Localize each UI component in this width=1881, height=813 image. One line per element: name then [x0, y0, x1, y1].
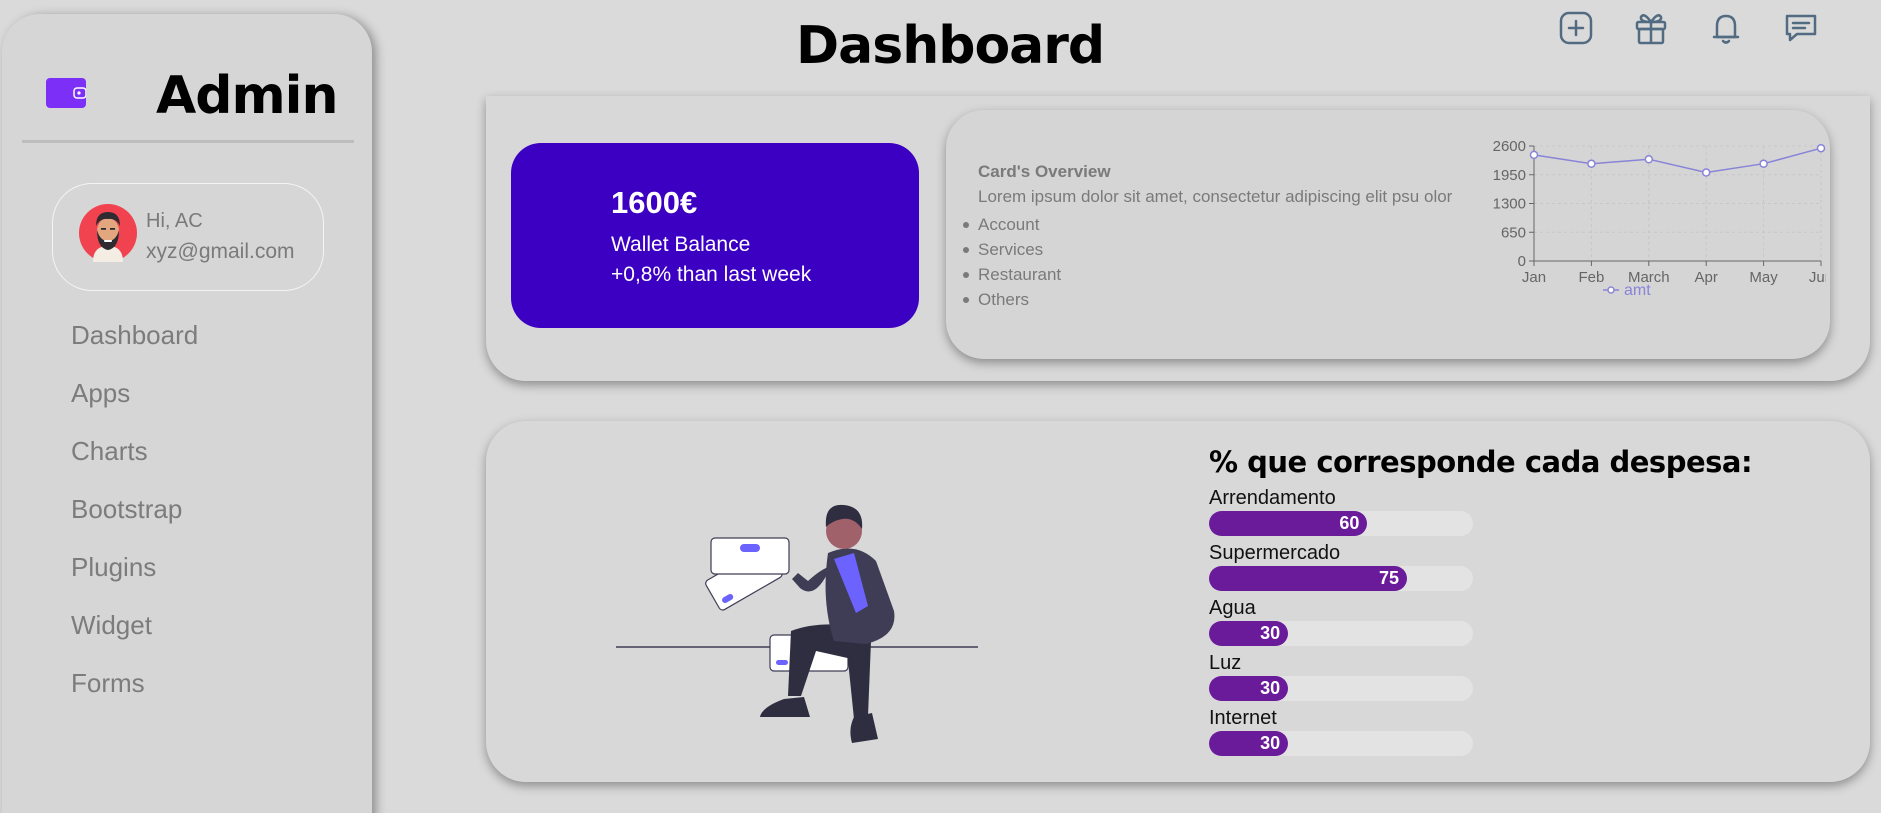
x-tick-label: Apr — [1695, 269, 1718, 286]
data-point — [1816, 143, 1826, 153]
expense-label: Arrendamento — [1209, 487, 1336, 509]
sidebar-divider — [22, 140, 354, 143]
sidebar-item-bootstrap[interactable]: Bootstrap — [71, 480, 198, 538]
expense-item: Agua 30 — [1209, 597, 1473, 652]
sidebar-nav: Dashboard Apps Charts Bootstrap Plugins … — [71, 306, 198, 712]
data-point — [1701, 168, 1711, 177]
y-tick-label: 2600 — [1493, 138, 1526, 155]
expense-item: Supermercado 75 — [1209, 542, 1473, 597]
sidebar-item-apps[interactable]: Apps — [71, 364, 198, 422]
y-tick-label: 0 — [1518, 253, 1526, 270]
brand: Admin — [46, 48, 376, 126]
page-title: Dashboard — [796, 16, 1105, 76]
summary-panel: 1600€ Wallet Balance +0,8% than last wee… — [486, 96, 1870, 381]
profile-greeting: Hi, AC — [146, 210, 203, 232]
expense-progress-fill: 60 — [1209, 511, 1368, 536]
expense-item: Arrendamento 60 — [1209, 487, 1473, 542]
expense-progress-fill: 30 — [1209, 621, 1289, 646]
series-line-amt — [1533, 147, 1822, 174]
list-item: Restaurant — [962, 262, 1061, 287]
cards-overview: Card's Overview Lorem ipsum dolor sit am… — [946, 110, 1830, 359]
expense-progress-track: 75 — [1209, 566, 1473, 591]
person-with-cards-illustration — [616, 504, 978, 743]
sidebar-item-dashboard[interactable]: Dashboard — [71, 306, 198, 364]
expense-label: Supermercado — [1209, 542, 1341, 564]
overview-title: Card's Overview — [978, 162, 1111, 181]
list-item: Services — [962, 237, 1061, 262]
y-tick-label: 650 — [1501, 224, 1526, 241]
gift-icon[interactable] — [1631, 8, 1671, 48]
expense-progress-fill: 30 — [1209, 676, 1289, 701]
profile-email: xyz@gmail.com — [146, 240, 295, 263]
data-point — [1587, 159, 1596, 168]
avatar — [79, 204, 137, 262]
expense-progress-track: 30 — [1209, 621, 1473, 646]
data-point — [1644, 155, 1654, 164]
y-tick-label: 1950 — [1493, 167, 1526, 184]
wallet-label: Wallet Balance — [611, 233, 751, 256]
overview-list: Account Services Restaurant Others — [962, 212, 1061, 312]
wallet-amount: 1600€ — [611, 185, 698, 220]
profile-card[interactable]: Hi, AC xyz@gmail.com — [52, 183, 324, 291]
message-icon[interactable] — [1781, 8, 1821, 48]
sidebar-item-forms[interactable]: Forms — [71, 654, 198, 712]
expense-progress-fill: 75 — [1209, 566, 1407, 591]
expenses-title: % que corresponde cada despesa: — [1209, 445, 1753, 479]
list-item: Account — [962, 212, 1061, 237]
x-tick-label: Feb — [1578, 269, 1604, 286]
expense-progress-fill: 30 — [1209, 731, 1289, 756]
brand-title: Admin — [156, 66, 338, 126]
x-tick-label: May — [1749, 269, 1778, 286]
expense-progress-track: 30 — [1209, 676, 1473, 701]
x-tick-label: Jan — [1522, 269, 1546, 286]
line-chart: 0650130019502600JanFebMarchAprMayJunamt — [1493, 138, 1826, 299]
expense-item: Internet 30 — [1209, 707, 1473, 762]
y-tick-label: 1300 — [1493, 196, 1526, 213]
sidebar-item-widget[interactable]: Widget — [71, 596, 198, 654]
sidebar-item-charts[interactable]: Charts — [71, 422, 198, 480]
data-point — [1529, 150, 1539, 160]
legend-marker-dot — [1607, 286, 1615, 294]
expense-progress-track: 60 — [1209, 511, 1473, 536]
x-tick-label: Jun — [1809, 269, 1826, 286]
expense-label: Agua — [1209, 597, 1256, 619]
overview-text: Lorem ipsum dolor sit amet, consectetur … — [978, 187, 1453, 206]
sidebar: Admin Hi, AC xyz@gmail.com Dashboard App… — [2, 14, 372, 813]
expense-label: Internet — [1209, 707, 1277, 729]
bell-icon[interactable] — [1706, 8, 1746, 48]
expenses-list: Arrendamento 60 Supermercado 75 Agua 30 … — [1209, 487, 1473, 762]
expenses-panel: % que corresponde cada despesa: Arrendam… — [486, 421, 1870, 782]
list-item: Others — [962, 287, 1061, 312]
data-point — [1759, 159, 1768, 168]
expense-label: Luz — [1209, 652, 1242, 674]
expense-item: Luz 30 — [1209, 652, 1473, 707]
wallet-card[interactable]: 1600€ Wallet Balance +0,8% than last wee… — [511, 143, 919, 328]
expense-progress-track: 30 — [1209, 731, 1473, 756]
legend-label: amt — [1624, 282, 1651, 299]
wallet-icon — [46, 78, 86, 108]
plus-square-icon[interactable] — [1556, 8, 1596, 48]
sidebar-item-plugins[interactable]: Plugins — [71, 538, 198, 596]
wallet-change: +0,8% than last week — [611, 263, 812, 286]
